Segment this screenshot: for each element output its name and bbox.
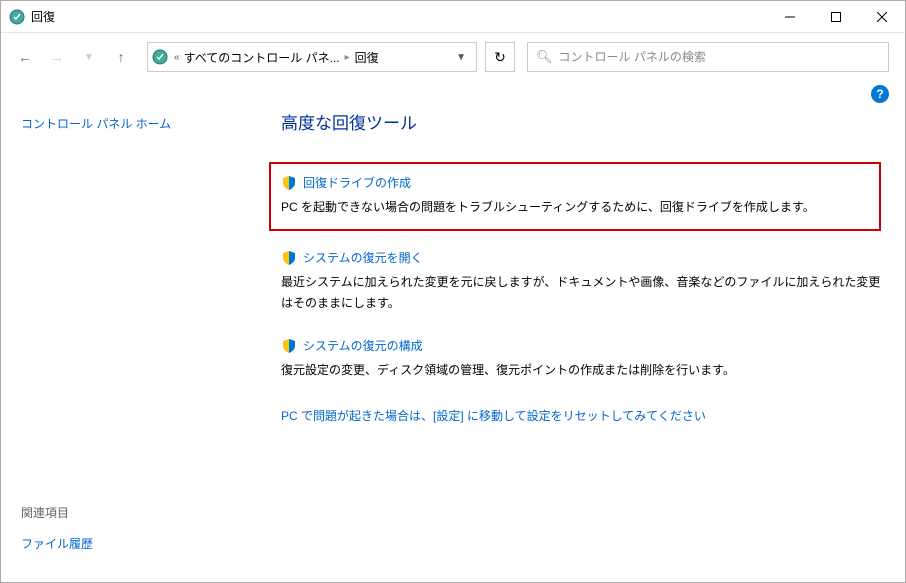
control-panel-home-link[interactable]: コントロール パネル ホーム	[21, 115, 261, 132]
recovery-icon	[9, 9, 25, 25]
shield-icon	[281, 175, 297, 191]
forward-button: →	[43, 43, 71, 71]
sidebar: コントロール パネル ホーム 関連項目 ファイル履歴	[1, 103, 281, 574]
breadcrumb-part2[interactable]: 回復	[355, 49, 379, 66]
help-icon[interactable]: ?	[871, 85, 889, 103]
option-create-recovery-drive: 回復ドライブの作成 PC を起動できない場合の問題をトラブルシューティングするた…	[269, 162, 881, 231]
navbar: ← → ▼ ↑ « すべてのコントロール パネ... ▸ 回復 ▼ ↻ 🔍︎	[1, 33, 905, 81]
related-items-title: 関連項目	[21, 504, 261, 521]
option-open-system-restore: システムの復元を開く 最近システムに加えられた変更を元に戻しますが、ドキュメント…	[281, 249, 881, 313]
option-desc: 最近システムに加えられた変更を元に戻しますが、ドキュメントや画像、音楽などのファ…	[281, 272, 881, 313]
option-configure-system-restore: システムの復元の構成 復元設定の変更、ディスク領域の管理、復元ポイントの作成また…	[281, 337, 881, 380]
minimize-button[interactable]	[767, 1, 813, 33]
close-button[interactable]	[859, 1, 905, 33]
window-title: 回復	[31, 8, 767, 25]
search-icon: 🔍︎	[536, 49, 553, 65]
up-button[interactable]: ↑	[107, 43, 135, 71]
shield-icon	[281, 338, 297, 354]
main: 高度な回復ツール 回復ドライブの作成 PC を起動できない場合の問題をトラブルシ…	[281, 103, 905, 574]
main-heading: 高度な回復ツール	[281, 109, 881, 134]
content: コントロール パネル ホーム 関連項目 ファイル履歴 高度な回復ツール 回復ドラ…	[1, 103, 905, 574]
window-controls	[767, 1, 905, 32]
search-input[interactable]	[559, 50, 880, 64]
option-title[interactable]: システムの復元の構成	[303, 337, 423, 354]
back-button[interactable]: ←	[11, 43, 39, 71]
help-row: ?	[1, 81, 905, 103]
file-history-link[interactable]: ファイル履歴	[21, 535, 261, 552]
chevron-right-icon: ▸	[340, 52, 355, 63]
breadcrumb[interactable]: « すべてのコントロール パネ... ▸ 回復 ▼	[147, 42, 477, 72]
breadcrumb-prefix: «	[170, 52, 184, 63]
recovery-icon	[152, 49, 168, 65]
refresh-button[interactable]: ↻	[485, 42, 515, 72]
shield-icon	[281, 250, 297, 266]
option-title[interactable]: システムの復元を開く	[303, 249, 423, 266]
titlebar: 回復	[1, 1, 905, 33]
option-title[interactable]: 回復ドライブの作成	[303, 174, 411, 191]
settings-reset-link[interactable]: PC で問題が起きた場合は、[設定] に移動して設定をリセットしてみてください	[281, 407, 881, 424]
chevron-down-icon[interactable]: ▼	[450, 52, 472, 63]
option-desc: PC を起動できない場合の問題をトラブルシューティングするために、回復ドライブを…	[281, 197, 867, 217]
option-desc: 復元設定の変更、ディスク領域の管理、復元ポイントの作成または削除を行います。	[281, 360, 881, 380]
maximize-button[interactable]	[813, 1, 859, 33]
search-box[interactable]: 🔍︎	[527, 42, 889, 72]
recent-dropdown[interactable]: ▼	[75, 43, 103, 71]
breadcrumb-part1[interactable]: すべてのコントロール パネ...	[184, 49, 340, 66]
